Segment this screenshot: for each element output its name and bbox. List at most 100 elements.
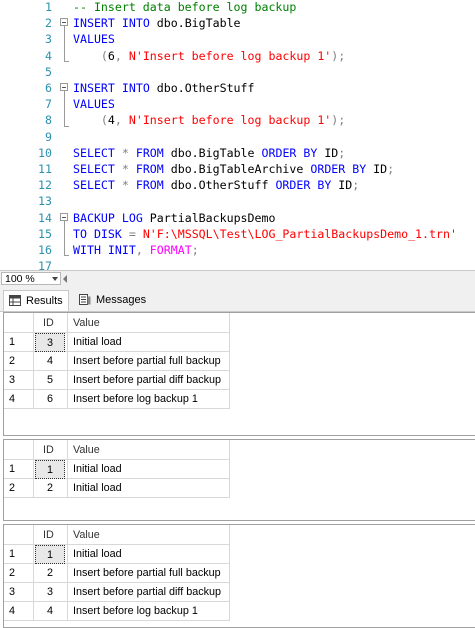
cell-value[interactable]: Insert before log backup 1	[69, 390, 229, 409]
collapse-toggle-icon[interactable]	[60, 18, 68, 27]
zoom-value: 100 %	[5, 273, 35, 285]
cell-value[interactable]: Insert before log backup 1	[69, 602, 229, 621]
cell-value[interactable]: Insert before partial diff backup	[69, 583, 229, 602]
row-number[interactable]: 1	[4, 333, 31, 352]
cell-value[interactable]: Initial load	[69, 479, 229, 498]
code-token: N'F:\MSSQL\Test\LOG_PartialBackupsDemo_1…	[142, 226, 457, 241]
code-line[interactable]: 7 VALUES	[0, 96, 475, 112]
row-number[interactable]: 2	[4, 479, 31, 498]
code-token: );	[331, 113, 346, 128]
code-line[interactable]: 15 TO DISK = N'F:\MSSQL\Test\LOG_PartialB…	[0, 226, 475, 242]
code-line[interactable]: 1 -- Insert data before log backup	[0, 0, 475, 15]
column-header-id[interactable]: ID	[35, 314, 65, 333]
code-line[interactable]: 16 WITH INIT, FORMAT;	[0, 242, 475, 258]
code-line[interactable]: 2 INSERT INTO dbo.BigTable	[0, 15, 475, 31]
table-row[interactable]: 1 1 Initial load	[4, 460, 229, 479]
code-line[interactable]: 10 SELECT * FROM dbo.BigTable ORDER BY ID…	[0, 145, 475, 161]
code-line[interactable]: 12 SELECT * FROM dbo.OtherStuff ORDER BY …	[0, 177, 475, 193]
code-token: ID	[317, 145, 339, 160]
code-token: *	[121, 178, 129, 193]
cell-value[interactable]: Initial load	[69, 460, 229, 479]
cell-id[interactable]: 1	[35, 460, 65, 479]
code-line[interactable]: 9	[0, 129, 475, 145]
sql-editor[interactable]: 1 -- Insert data before log backup 2 INSERT…	[0, 0, 475, 270]
cell-id[interactable]: 1	[35, 545, 65, 564]
chevron-down-icon	[52, 277, 58, 281]
line-number: 17	[38, 259, 52, 270]
row-number-header	[4, 441, 31, 460]
table-row[interactable]: 1 1 Initial load	[4, 545, 229, 564]
row-number[interactable]: 4	[4, 602, 31, 621]
column-header-id[interactable]: ID	[35, 441, 65, 460]
code-text: INSERT INTO dbo.BigTable	[73, 15, 241, 31]
scroll-left-arrow-icon[interactable]	[63, 275, 67, 283]
code-line[interactable]: 8 (4, N'Insert before log backup 1');	[0, 112, 475, 128]
row-number[interactable]: 2	[4, 564, 31, 583]
code-line[interactable]: 6 INSERT INTO dbo.OtherStuff	[0, 80, 475, 96]
row-number[interactable]: 4	[4, 390, 31, 409]
cell-id[interactable]: 2	[35, 479, 65, 498]
code-token: dbo.BigTable	[163, 145, 262, 160]
column-header-value[interactable]: Value	[69, 526, 229, 545]
grid-icon	[9, 295, 21, 306]
collapse-toggle-icon[interactable]	[60, 212, 68, 221]
line-number: 7	[45, 97, 52, 112]
row-number[interactable]: 3	[4, 371, 31, 390]
messages-icon	[79, 294, 91, 305]
table-row[interactable]: 2 2 Initial load	[4, 479, 229, 498]
column-header-id[interactable]: ID	[35, 526, 65, 545]
column-header-value[interactable]: Value	[69, 441, 229, 460]
line-number: 6	[45, 81, 52, 95]
cell-id[interactable]: 4	[35, 352, 65, 371]
tab-messages[interactable]: Messages	[74, 290, 154, 311]
cell-id[interactable]: 3	[35, 583, 65, 602]
cell-value[interactable]: Initial load	[69, 333, 229, 352]
column-header-value[interactable]: Value	[69, 314, 229, 333]
code-token: ;	[338, 145, 346, 160]
result-grid-2[interactable]: ID Value 1 1 Initial load 2 2 Initial load	[3, 439, 475, 521]
cell-value[interactable]: Insert before partial full backup	[69, 564, 229, 583]
cell-id[interactable]: 5	[35, 371, 65, 390]
table-row[interactable]: 3 3 Insert before partial diff backup	[4, 583, 229, 602]
code-text: SELECT * FROM dbo.OtherStuff ORDER BY ID…	[73, 177, 359, 193]
code-line[interactable]: 11 SELECT * FROM dbo.BigTableArchive ORDE…	[0, 161, 475, 177]
code-token: ;	[387, 162, 395, 176]
collapse-toggle-icon[interactable]	[60, 83, 68, 91]
row-number[interactable]: 1	[4, 545, 31, 564]
code-token: SELECT	[73, 178, 115, 193]
code-line[interactable]: 5	[0, 64, 475, 80]
row-number[interactable]: 3	[4, 583, 31, 602]
table-row[interactable]: 4 6 Insert before log backup 1	[4, 390, 229, 409]
zoom-dropdown[interactable]: 100 %	[1, 272, 61, 285]
row-number[interactable]: 1	[4, 460, 31, 479]
code-line[interactable]: 4 (6, N'Insert before log backup 1');	[0, 48, 475, 64]
code-line[interactable]: 3 VALUES	[0, 31, 475, 47]
cell-id[interactable]: 4	[35, 602, 65, 621]
code-line[interactable]: 13	[0, 193, 475, 209]
cell-value[interactable]: Insert before partial diff backup	[69, 371, 229, 390]
cell-value[interactable]: Initial load	[69, 545, 229, 564]
cell-id[interactable]: 3	[35, 333, 65, 352]
table-row[interactable]: 2 2 Insert before partial full backup	[4, 564, 229, 583]
code-token: =	[128, 226, 136, 241]
cell-id[interactable]: 6	[35, 390, 65, 409]
code-line[interactable]: 14 BACKUP LOG PartialBackupsDemo	[0, 210, 475, 226]
cell-id[interactable]: 2	[35, 564, 65, 583]
row-number[interactable]: 2	[4, 352, 31, 371]
line-number: 4	[45, 48, 52, 63]
code-line[interactable]: 17	[0, 258, 475, 270]
result-grid-1[interactable]: ID Value 1 3 Initial load 2 4 Insert before par…	[3, 312, 475, 436]
tab-results[interactable]: Results	[3, 290, 69, 311]
code-token: dbo.OtherStuff	[149, 81, 255, 95]
table-row[interactable]: 3 5 Insert before partial diff backup	[4, 371, 229, 390]
table-row[interactable]: 4 4 Insert before log backup 1	[4, 602, 229, 621]
result-grid-3[interactable]: ID Value 1 1 Initial load 2 2 Insert before par…	[3, 524, 475, 628]
cell-value[interactable]: Insert before partial full backup	[69, 352, 229, 371]
table-row[interactable]: 2 4 Insert before partial full backup	[4, 352, 229, 371]
table-row[interactable]: 1 3 Initial load	[4, 333, 229, 352]
horizontal-scrollbar[interactable]	[63, 273, 473, 284]
